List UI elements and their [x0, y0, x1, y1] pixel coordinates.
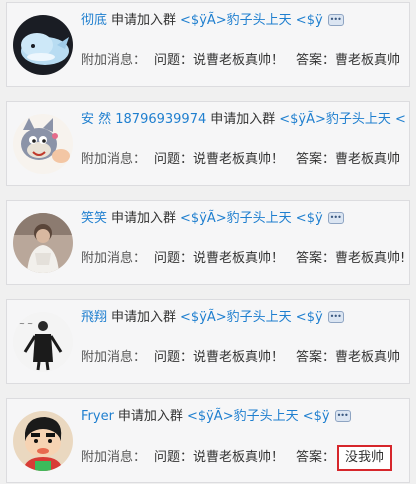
group-link[interactable]: <$ÿÃ>豹子头上天 <$ÿ: [180, 310, 323, 325]
join-request-card: Fryer申请加入群 <$ÿÃ>豹子头上天 <$ÿ 附加消息： 问题：说曹老板真帅！…: [6, 398, 410, 483]
speech-bubble-icon[interactable]: [334, 407, 351, 426]
attach-label: 附加消息：: [81, 350, 147, 365]
svg-text:~ ~: ~ ~: [19, 320, 33, 328]
answer-text: 曹老板真帅!: [335, 251, 406, 266]
answer-label: 答案：: [296, 450, 336, 465]
answer-text: 曹老板真帅: [335, 53, 401, 68]
attach-message: 附加消息： 问题：说曹老板真帅！ 答案：曹老板真帅: [81, 150, 400, 170]
request-verb: 申请加入群: [117, 409, 183, 424]
blue-whale-avatar: [13, 15, 73, 75]
nickname-link[interactable]: 彻底: [81, 13, 107, 28]
request-verb: 申请加入群: [111, 13, 177, 28]
group-link[interactable]: <$ÿÃ>豹子头上天 <$ÿ: [279, 112, 405, 127]
question-text: 问题：说曹老板真帅！: [154, 251, 285, 266]
speech-bubble-icon[interactable]: [327, 308, 344, 327]
question-text: 问题：说曹老板真帅！: [154, 152, 285, 167]
request-header: 笑笑 申请加入群 <$ÿÃ>豹子头上天 <$ÿ: [81, 209, 405, 229]
request-verb: 申请加入群: [111, 211, 177, 226]
attach-message: 附加消息： 问题：说曹老板真帅！ 答案：曹老板真帅!: [81, 249, 405, 269]
answer-label: 答案：: [296, 152, 336, 167]
answer-highlight: 没我帅: [337, 445, 393, 471]
request-header: 飛翔 申请加入群 <$ÿÃ>豹子头上天 <$ÿ: [81, 308, 405, 328]
nickname-link[interactable]: Fryer: [81, 409, 114, 424]
request-header: Fryer 申请加入群 <$ÿÃ>豹子头上天 <$ÿ: [81, 407, 405, 427]
answer-label: 答案：: [296, 350, 336, 365]
group-link[interactable]: <$ÿÃ>豹子头上天 <$ÿ: [187, 409, 330, 424]
attach-message: 附加消息： 问题：说曹老板真帅！ 答案：曹老板真帅: [81, 348, 400, 368]
attach-message: 附加消息： 问题：说曹老板真帅！ 答案： 没我帅: [81, 445, 393, 471]
question-text: 问题：说曹老板真帅！: [154, 350, 285, 365]
attach-label: 附加消息：: [81, 152, 147, 167]
question-text: 问题：说曹老板真帅！: [154, 53, 285, 68]
answer-text: 曹老板真帅: [335, 152, 401, 167]
user-avatar[interactable]: [13, 114, 73, 174]
request-verb: 申请加入群: [111, 310, 177, 325]
nickname-link[interactable]: 安 然 18796939974: [81, 112, 206, 127]
person-photo-avatar: [13, 213, 73, 273]
join-request-card: 彻底申请加入群<$ÿÃ>豹子头上天 <$ÿ 附加消息： 问题：说曹老板真帅！ 答案：…: [6, 2, 410, 87]
attach-label: 附加消息：: [81, 450, 147, 465]
sketch-figure-avatar: ~ ~: [13, 312, 73, 372]
speech-bubble-icon[interactable]: [327, 209, 344, 228]
answer-label: 答案：: [296, 251, 336, 266]
group-link[interactable]: <$ÿÃ>豹子头上天 <$ÿ: [180, 211, 323, 226]
attach-label: 附加消息：: [81, 53, 147, 68]
request-header: 安 然 18796939974 申请加入群<$ÿÃ>豹子头上天 <$ÿ: [81, 110, 405, 130]
request-verb: 申请加入群: [210, 112, 276, 127]
question-text: 问题：说曹老板真帅！: [154, 450, 285, 465]
answer-text: 曹老板真帅: [335, 350, 401, 365]
join-request-card: 安 然 18796939974 申请加入群<$ÿÃ>豹子头上天 <$ÿ 附加消息：…: [6, 101, 410, 186]
attach-message: 附加消息： 问题：说曹老板真帅！ 答案：曹老板真帅: [81, 51, 400, 71]
user-avatar[interactable]: [13, 15, 73, 75]
user-avatar[interactable]: [13, 411, 73, 471]
group-link[interactable]: <$ÿÃ>豹子头上天 <$ÿ: [180, 13, 323, 28]
join-request-card: 笑笑申请加入群<$ÿÃ>豹子头上天 <$ÿ 附加消息： 问题：说曹老板真帅！ 答案：…: [6, 200, 410, 285]
request-header: 彻底 申请加入群 <$ÿÃ>豹子头上天 <$ÿ: [81, 11, 405, 31]
answer-label: 答案：: [296, 53, 336, 68]
crayon-boy-avatar: [13, 411, 73, 471]
nickname-link[interactable]: 笑笑: [81, 211, 107, 226]
speech-bubble-icon[interactable]: [327, 11, 344, 30]
nickname-link[interactable]: 飛翔: [81, 310, 107, 325]
cartoon-cat-avatar: [13, 114, 73, 174]
user-avatar[interactable]: [13, 213, 73, 273]
join-request-card: ~ ~ 飛翔申请加入群<$ÿÃ>豹子头上天 <$ÿ 附加消息： 问题：说曹老板真帅…: [6, 299, 410, 384]
user-avatar[interactable]: ~ ~: [13, 312, 73, 372]
attach-label: 附加消息：: [81, 251, 147, 266]
